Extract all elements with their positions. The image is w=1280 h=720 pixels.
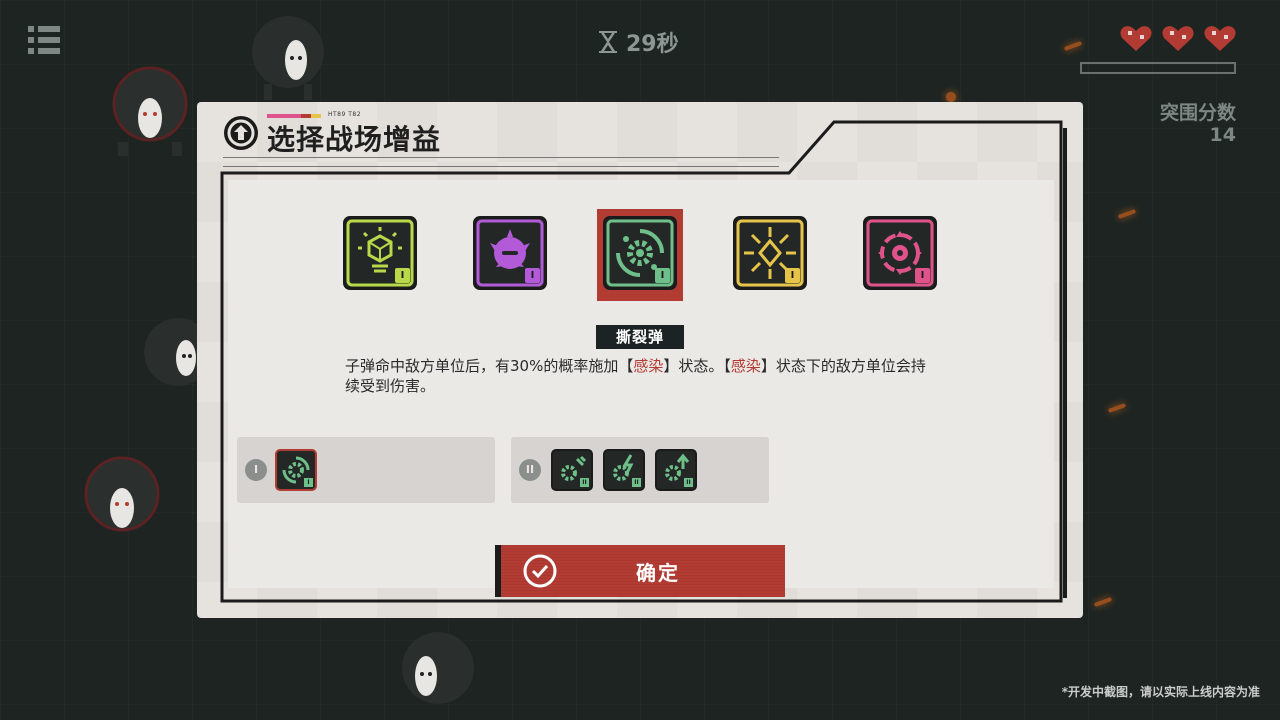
buff-level-badge: I [785, 268, 800, 283]
tier2-slot-buff[interactable]: II [655, 449, 697, 491]
title-code: HT89 T82 [328, 111, 362, 118]
heart-icon [1120, 26, 1152, 51]
buff-level-badge: I [395, 268, 410, 283]
buff-level-badge: I [655, 268, 670, 283]
tier2-slot-buff[interactable]: II [603, 449, 645, 491]
desc-highlight: 感染 [730, 357, 761, 375]
buff-option-5[interactable]: I [863, 216, 937, 290]
progress-bar [1080, 62, 1236, 74]
desc-text: 】状态。【 [663, 357, 731, 375]
robot-enemy [112, 66, 188, 156]
buff-level-badge: I [525, 268, 540, 283]
mini-level-badge: I [304, 478, 313, 487]
robot-enemy [84, 456, 160, 532]
mini-level-badge: II [684, 478, 693, 487]
buff-option-3[interactable]: I [603, 216, 677, 290]
health-hearts [1120, 26, 1236, 52]
score-value: 14 [1209, 124, 1236, 146]
selected-buff-name: 撕裂弹 [596, 325, 684, 349]
desc-highlight: 感染 [633, 357, 664, 375]
tier2-slot-buff[interactable]: II [551, 449, 593, 491]
buff-level-badge: I [915, 268, 930, 283]
heart-icon [1204, 26, 1236, 51]
timer-text: 29秒 [626, 32, 679, 57]
heart-icon [1162, 26, 1194, 51]
buff-description: 子弹命中敌方单位后，有30%的概率施加【感染】状态。【感染】状态下的敌方单位会持… [345, 356, 935, 396]
score-label: 突围分数 [1159, 102, 1236, 124]
menu-list-icon[interactable] [28, 26, 60, 54]
buff-select-modal: HT89 T82 选择战场增益 I I I I I 撕裂弹 子弹命中敌方单位后，… [197, 102, 1083, 618]
dev-screenshot-disclaimer: *开发中截图，请以实际上线内容为准 [1061, 685, 1260, 699]
buff-option-1[interactable]: I [343, 216, 417, 290]
tier1-marker: I [245, 459, 267, 481]
mini-level-badge: II [580, 478, 589, 487]
mini-level-badge: II [632, 478, 641, 487]
buff-option-2[interactable]: I [473, 216, 547, 290]
hourglass-icon [599, 31, 617, 53]
confirm-button[interactable]: 确定 [495, 545, 785, 597]
buff-option-4[interactable]: I [733, 216, 807, 290]
round-timer: 29秒 [598, 26, 679, 58]
robot-enemy [252, 16, 324, 100]
robot-enemy [402, 632, 474, 704]
desc-text: 子弹命中敌方单位后，有30%的概率施加【 [345, 357, 634, 375]
tier2-marker: II [519, 459, 541, 481]
confirm-label: 确定 [636, 561, 680, 585]
tier1-slot-buff[interactable]: I [275, 449, 317, 491]
